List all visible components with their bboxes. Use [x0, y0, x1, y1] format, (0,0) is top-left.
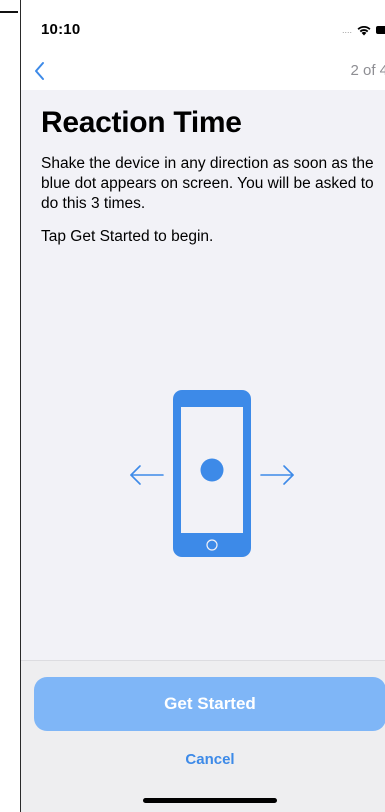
start-instruction: Tap Get Started to begin.	[41, 228, 214, 245]
blue-dot-icon	[200, 458, 224, 482]
battery-icon	[376, 26, 385, 34]
arrow-right-icon	[260, 465, 294, 485]
back-button[interactable]	[31, 60, 51, 82]
arrow-left-icon	[130, 465, 164, 485]
status-time: 10:10	[41, 21, 81, 38]
home-indicator	[143, 798, 277, 803]
step-indicator: 2 of 4	[350, 62, 385, 79]
instruction-content: Reaction Time Shake the device in any di…	[21, 90, 385, 660]
chevron-left-icon	[35, 62, 44, 80]
corner-mark	[0, 11, 18, 13]
action-footer: Get Started Cancel	[21, 660, 385, 812]
wifi-icon	[357, 25, 371, 36]
navigation-bar: 2 of 4	[21, 48, 385, 90]
phone-screen: 10:10 .... 2 of 4 Reaction Time Shake th…	[20, 0, 385, 812]
cancel-button[interactable]: Cancel	[34, 745, 385, 773]
status-icons: ....	[342, 23, 385, 37]
status-bar: 10:10 ....	[21, 0, 385, 48]
shake-illustration	[130, 390, 294, 557]
task-description: Shake the device in any direction as soo…	[41, 155, 374, 212]
get-started-button[interactable]: Get Started	[34, 677, 385, 731]
page-title: Reaction Time	[41, 106, 242, 139]
signal-dots-icon: ....	[341, 25, 352, 35]
